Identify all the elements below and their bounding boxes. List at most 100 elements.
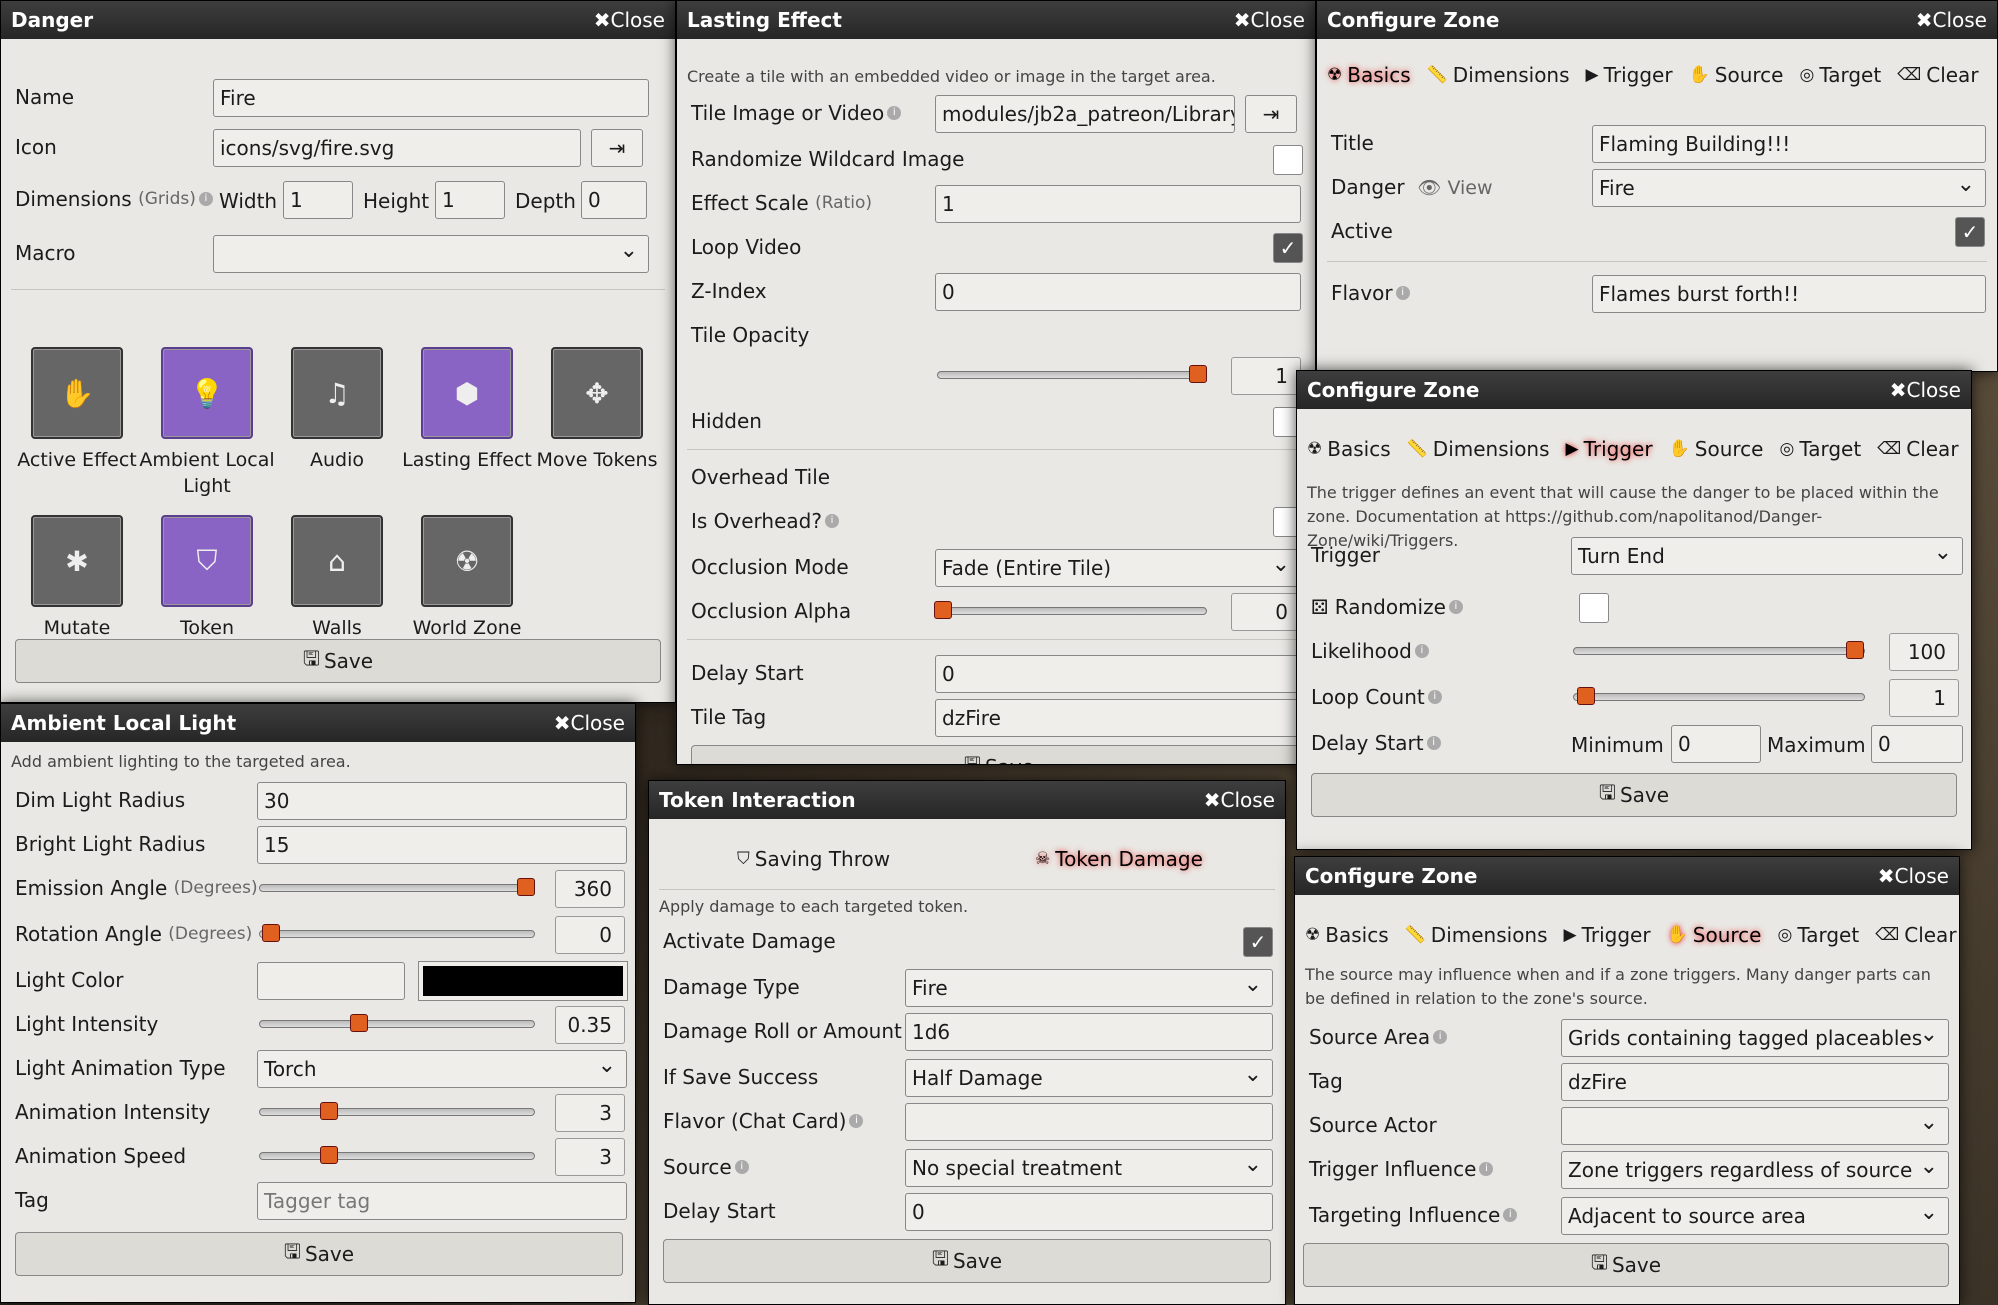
- targeting-influence-select[interactable]: Adjacent to source area: [1561, 1197, 1949, 1235]
- depth-input[interactable]: 0: [581, 181, 647, 219]
- slider-thumb[interactable]: [319, 1146, 338, 1164]
- tab-source[interactable]: ✋ Source: [1667, 923, 1762, 947]
- intensity-slider[interactable]: [259, 1014, 535, 1032]
- bright-radius-input[interactable]: 15: [257, 826, 627, 864]
- light-color-input[interactable]: [257, 962, 405, 1000]
- tab-dimensions[interactable]: 📏 Dimensions: [1405, 923, 1548, 947]
- save-button[interactable]: 🖫Save: [15, 1232, 623, 1276]
- light-color-picker[interactable]: [418, 961, 628, 1001]
- dim-radius-input[interactable]: 30: [257, 782, 627, 820]
- loop-video-checkbox[interactable]: ✓: [1273, 233, 1303, 263]
- window-header[interactable]: Ambient Local Light ✖Close: [1, 704, 635, 742]
- save-button[interactable]: 🖫Save: [1303, 1243, 1949, 1287]
- slider-thumb[interactable]: [1188, 365, 1207, 383]
- emission-slider[interactable]: [259, 878, 535, 896]
- name-input[interactable]: Fire: [213, 79, 649, 117]
- danger-part-8-button[interactable]: ☢: [421, 515, 513, 607]
- save-button[interactable]: 🖫Save: [15, 639, 661, 683]
- rotation-value[interactable]: 0: [555, 916, 625, 954]
- activate-damage-checkbox[interactable]: ✓: [1243, 927, 1273, 957]
- tab-trigger[interactable]: ▶ Trigger: [1566, 437, 1653, 461]
- tab-basics[interactable]: ☢ Basics: [1327, 63, 1411, 87]
- trigger-influence-select[interactable]: Zone triggers regardless of source: [1561, 1151, 1949, 1189]
- window-header[interactable]: Configure Zone ✖Close: [1317, 1, 1997, 39]
- slider-thumb[interactable]: [261, 924, 280, 942]
- save-button[interactable]: 🖫Save: [1311, 773, 1957, 817]
- source-area-select[interactable]: Grids containing tagged placeables: [1561, 1019, 1949, 1057]
- save-success-select[interactable]: Half Damage: [905, 1059, 1273, 1097]
- randomize-checkbox[interactable]: [1273, 145, 1303, 175]
- slider-thumb[interactable]: [1846, 641, 1865, 659]
- tab-clear[interactable]: ⌫ Clear: [1875, 923, 1956, 947]
- emission-value[interactable]: 360: [555, 870, 625, 908]
- window-header[interactable]: Lasting Effect ✖Close: [677, 1, 1315, 39]
- danger-part-1-button[interactable]: 💡: [161, 347, 253, 439]
- tab-target[interactable]: ◎ Target: [1779, 437, 1861, 461]
- trigger-select[interactable]: Turn End: [1571, 537, 1963, 575]
- tile-opacity-slider[interactable]: [937, 365, 1207, 383]
- height-input[interactable]: 1: [435, 181, 505, 219]
- animation-intensity-slider[interactable]: [259, 1102, 535, 1120]
- tag-input[interactable]: dzFire: [1561, 1063, 1949, 1101]
- danger-part-0-button[interactable]: ✋: [31, 347, 123, 439]
- danger-part-2-button[interactable]: ♫: [291, 347, 383, 439]
- slider-thumb[interactable]: [516, 878, 535, 896]
- tab-source[interactable]: ✋ Source: [1689, 63, 1784, 87]
- source-actor-select[interactable]: [1561, 1107, 1949, 1145]
- damage-roll-input[interactable]: 1d6: [905, 1013, 1273, 1051]
- randomize-checkbox[interactable]: [1579, 593, 1609, 623]
- effect-scale-input[interactable]: 1: [935, 185, 1301, 223]
- rotation-slider[interactable]: [259, 924, 535, 942]
- danger-part-7-button[interactable]: ⌂: [291, 515, 383, 607]
- tab-clear[interactable]: ⌫ Clear: [1877, 437, 1958, 461]
- source-select[interactable]: No special treatment: [905, 1149, 1273, 1187]
- danger-select[interactable]: Fire: [1592, 169, 1986, 207]
- animation-intensity-value[interactable]: 3: [555, 1094, 625, 1132]
- tab-dimensions[interactable]: 📏 Dimensions: [1407, 437, 1550, 461]
- delay-minimum-input[interactable]: 0: [1671, 725, 1761, 763]
- tile-opacity-value[interactable]: 1: [1231, 357, 1301, 395]
- close-button[interactable]: ✖Close: [1204, 788, 1275, 812]
- close-button[interactable]: ✖Close: [554, 711, 625, 735]
- slider-thumb[interactable]: [1576, 687, 1595, 705]
- tab-saving-throw[interactable]: ⛉ Saving Throw: [737, 847, 890, 871]
- window-header[interactable]: Configure Zone ✖Close: [1297, 371, 1971, 409]
- slider-thumb[interactable]: [349, 1014, 368, 1032]
- tab-dimensions[interactable]: 📏 Dimensions: [1427, 63, 1570, 87]
- flavor-input[interactable]: Flames burst forth!!: [1592, 275, 1986, 313]
- tab-trigger[interactable]: ▶ Trigger: [1564, 923, 1651, 947]
- tab-source[interactable]: ✋ Source: [1669, 437, 1764, 461]
- delay-maximum-input[interactable]: 0: [1871, 725, 1963, 763]
- tab-target[interactable]: ◎ Target: [1799, 63, 1881, 87]
- window-header[interactable]: Danger ✖Close: [1, 1, 675, 39]
- z-index-input[interactable]: 0: [935, 273, 1301, 311]
- window-header[interactable]: Token Interaction ✖Close: [649, 781, 1285, 819]
- tab-token-damage[interactable]: ☠ Token Damage: [1035, 847, 1203, 871]
- close-button[interactable]: ✖Close: [1890, 378, 1961, 402]
- tile-tag-input[interactable]: dzFire: [935, 699, 1301, 737]
- likelihood-value[interactable]: 100: [1889, 633, 1959, 671]
- close-button[interactable]: ✖Close: [1234, 8, 1305, 32]
- tab-basics[interactable]: ☢ Basics: [1307, 437, 1391, 461]
- danger-part-5-button[interactable]: ✱: [31, 515, 123, 607]
- tab-basics[interactable]: ☢ Basics: [1305, 923, 1389, 947]
- danger-part-4-button[interactable]: ✥: [551, 347, 643, 439]
- close-button[interactable]: ✖Close: [1916, 8, 1987, 32]
- danger-part-3-button[interactable]: ⬢: [421, 347, 513, 439]
- animation-speed-slider[interactable]: [259, 1146, 535, 1164]
- tab-target[interactable]: ◎ Target: [1777, 923, 1859, 947]
- file-picker-button[interactable]: ⇥: [591, 129, 643, 167]
- occlusion-alpha-value[interactable]: 0: [1231, 593, 1301, 631]
- tile-image-input[interactable]: modules/jb2a_patreon/Library/(: [935, 95, 1235, 133]
- slider-thumb[interactable]: [934, 601, 953, 619]
- icon-path-input[interactable]: icons/svg/fire.svg: [213, 129, 581, 167]
- window-header[interactable]: Configure Zone ✖Close: [1295, 857, 1959, 895]
- macro-select[interactable]: [213, 235, 649, 273]
- tag-input[interactable]: Tagger tag: [257, 1182, 627, 1220]
- tab-clear[interactable]: ⌫ Clear: [1897, 63, 1978, 87]
- damage-type-select[interactable]: Fire: [905, 969, 1273, 1007]
- occlusion-mode-select[interactable]: Fade (Entire Tile): [935, 549, 1301, 587]
- occlusion-alpha-slider[interactable]: [934, 601, 1207, 619]
- animation-speed-value[interactable]: 3: [555, 1138, 625, 1176]
- delay-start-input[interactable]: 0: [905, 1193, 1273, 1231]
